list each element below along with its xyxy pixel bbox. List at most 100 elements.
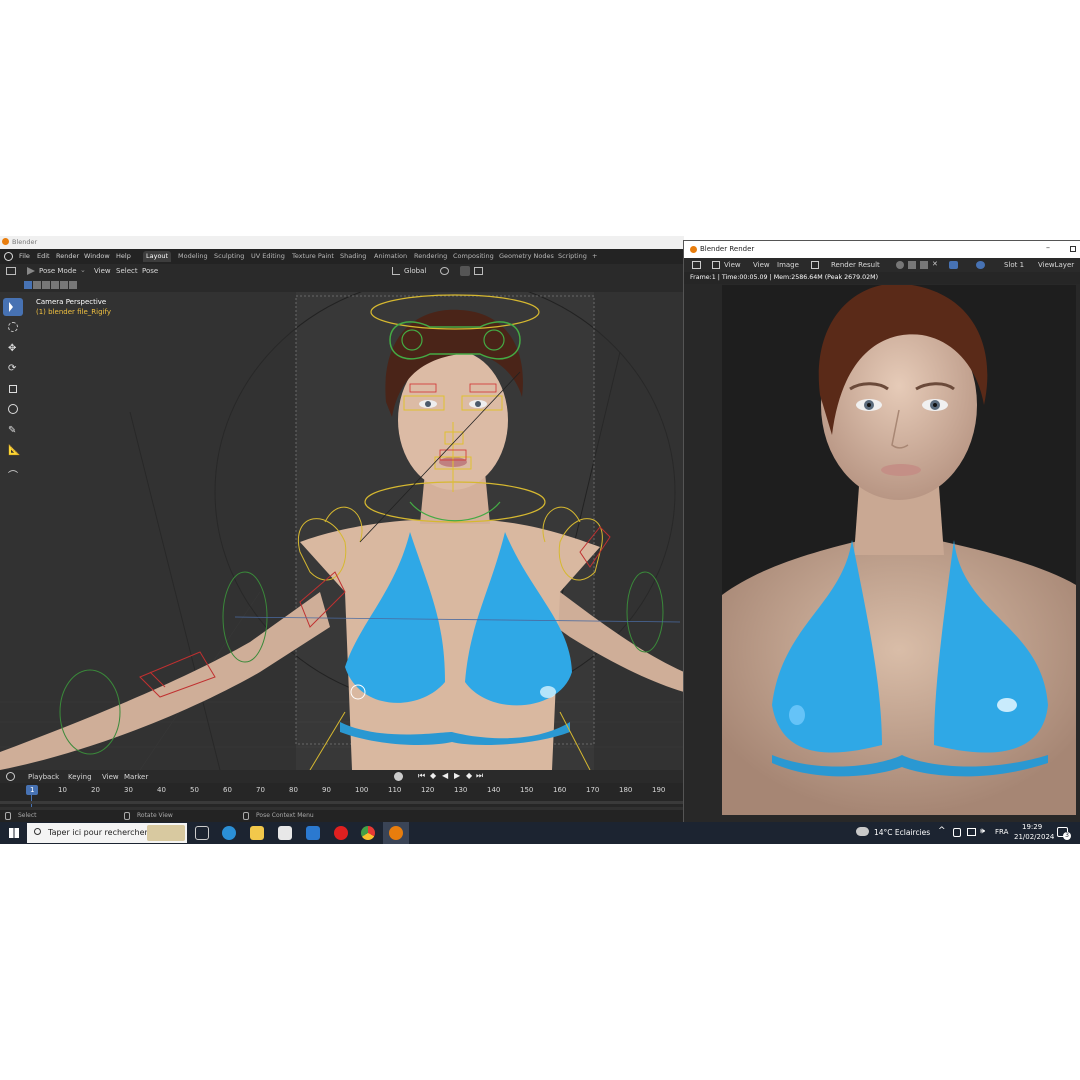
tab-scripting[interactable]: Scripting: [555, 251, 590, 262]
transform-icon: [8, 404, 18, 414]
editor-type-icon[interactable]: [692, 261, 701, 269]
language-indicator[interactable]: FRA: [995, 828, 1008, 836]
orientation-selector[interactable]: Global: [404, 267, 426, 275]
new-image-icon[interactable]: [908, 261, 916, 269]
opera-icon[interactable]: [334, 826, 348, 840]
tab-modeling[interactable]: Modeling: [175, 251, 211, 262]
fake-user-icon[interactable]: [896, 261, 904, 269]
play-reverse-icon[interactable]: ◀: [442, 771, 448, 780]
chevron-up-icon[interactable]: ^: [938, 826, 946, 836]
select-intersect-icon[interactable]: [60, 281, 68, 289]
tool-settings-bar: [0, 278, 684, 292]
edge-icon[interactable]: [222, 826, 236, 840]
tab-uv-editing[interactable]: UV Editing: [248, 251, 288, 262]
camera-perspective-label: Camera Perspective: [36, 298, 107, 306]
scopes-icon[interactable]: [949, 261, 958, 269]
select-box-tool[interactable]: [3, 298, 23, 316]
timeline-scrollbar[interactable]: [0, 801, 684, 804]
tab-geometry-nodes[interactable]: Geometry Nodes: [496, 251, 557, 262]
timeline-menu-keying[interactable]: Keying: [68, 773, 92, 781]
minimize-icon[interactable]: –: [1046, 243, 1050, 252]
start-button-icon[interactable]: [9, 828, 19, 838]
timeline-scrubber[interactable]: 1 10 20 30 40 50 60 70 80 90 100 110 120 130 140 150 16…: [0, 783, 684, 807]
proportional-edit-icon[interactable]: [474, 267, 483, 275]
prev-keyframe-icon[interactable]: ◆: [430, 771, 436, 780]
measure-tool[interactable]: 📐: [3, 442, 23, 460]
search-box[interactable]: Taper ici pour rechercher: [27, 823, 187, 843]
move-tool[interactable]: ✥: [3, 340, 23, 358]
frame-tick-label: 40: [157, 786, 166, 794]
store-icon[interactable]: [278, 826, 292, 840]
rotate-tool[interactable]: ⟳: [3, 360, 23, 378]
play-icon[interactable]: ▶: [454, 771, 460, 780]
speaker-icon[interactable]: 🕪: [980, 826, 985, 836]
select-invert-icon[interactable]: [51, 281, 59, 289]
mode-selector[interactable]: Pose Mode: [39, 267, 77, 275]
bend-tool[interactable]: ⌒: [3, 464, 23, 482]
display-channels-icon[interactable]: [976, 261, 985, 269]
menu-help[interactable]: Help: [116, 252, 131, 260]
tab-animation[interactable]: Animation: [371, 251, 410, 262]
blender-menu-icon[interactable]: [4, 252, 13, 261]
tab-compositing[interactable]: Compositing: [450, 251, 497, 262]
cursor-tool[interactable]: [3, 318, 23, 336]
menu-file[interactable]: File: [19, 252, 30, 260]
pivot-point-icon[interactable]: [440, 267, 449, 275]
menu-render[interactable]: Render: [56, 252, 79, 260]
view-mode-icon[interactable]: [712, 261, 720, 269]
clock-time[interactable]: 19:29: [1022, 823, 1042, 831]
mouse-left-icon: [5, 812, 11, 820]
header-menu-view[interactable]: View: [94, 267, 111, 275]
close-icon[interactable]: ✕: [932, 260, 938, 268]
tab-layout[interactable]: Layout: [143, 251, 172, 262]
menu-window[interactable]: Window: [84, 252, 110, 260]
render-result-selector[interactable]: Render Result: [831, 261, 880, 269]
add-workspace-button[interactable]: +: [589, 251, 600, 262]
header-menu-pose[interactable]: Pose: [142, 267, 158, 275]
weather-text[interactable]: 14°C Eclaircies: [874, 828, 930, 837]
jump-end-icon[interactable]: ⏭: [476, 771, 483, 781]
next-keyframe-icon[interactable]: ◆: [466, 771, 472, 780]
weather-icon[interactable]: [856, 827, 869, 836]
scale-tool[interactable]: [3, 380, 23, 398]
jump-start-icon[interactable]: ⏮: [418, 771, 425, 781]
3d-viewport[interactable]: Camera Perspective (1) blender file_Rigi…: [0, 292, 684, 770]
tab-shading[interactable]: Shading: [337, 251, 369, 262]
render-result-image[interactable]: [722, 285, 1076, 815]
maximize-icon[interactable]: [1070, 246, 1076, 252]
select-extend-icon[interactable]: [33, 281, 41, 289]
header-menu-select[interactable]: Select: [116, 267, 138, 275]
view-layer-selector[interactable]: ViewLayer: [1038, 261, 1074, 269]
annotate-tool[interactable]: ✎: [3, 422, 23, 440]
render-menu-view1[interactable]: View: [724, 261, 741, 269]
menu-edit[interactable]: Edit: [37, 252, 50, 260]
tab-texture-paint[interactable]: Texture Paint: [289, 251, 337, 262]
render-menu-image[interactable]: Image: [777, 261, 799, 269]
slot-selector[interactable]: Slot 1: [1004, 261, 1024, 269]
select-mode-icon[interactable]: [69, 281, 77, 289]
clock-icon[interactable]: [6, 772, 15, 781]
record-icon[interactable]: [394, 772, 403, 781]
render-menu-view2[interactable]: View: [753, 261, 770, 269]
timeline-menu-view[interactable]: View: [102, 773, 119, 781]
status-context-menu: Pose Context Menu: [256, 812, 314, 819]
timeline-menu-marker[interactable]: Marker: [124, 773, 148, 781]
mail-icon[interactable]: [306, 826, 320, 840]
open-image-icon[interactable]: [920, 261, 928, 269]
device-icon[interactable]: [953, 828, 961, 837]
editor-type-icon[interactable]: [6, 267, 16, 275]
chrome-icon[interactable]: [361, 826, 375, 840]
task-view-icon[interactable]: [195, 826, 209, 840]
snap-icon[interactable]: [460, 266, 470, 276]
clock-date[interactable]: 21/02/2024: [1014, 833, 1054, 841]
select-subtract-icon[interactable]: [42, 281, 50, 289]
select-new-icon[interactable]: [24, 281, 32, 289]
network-icon[interactable]: [967, 828, 976, 836]
3d-cursor-icon: [8, 322, 18, 332]
timeline-menu-playback[interactable]: Playback: [28, 773, 59, 781]
tab-rendering[interactable]: Rendering: [411, 251, 450, 262]
blender-icon[interactable]: [389, 826, 403, 840]
transform-tool[interactable]: [3, 400, 23, 418]
tab-sculpting[interactable]: Sculpting: [211, 251, 247, 262]
file-explorer-icon[interactable]: [250, 826, 264, 840]
